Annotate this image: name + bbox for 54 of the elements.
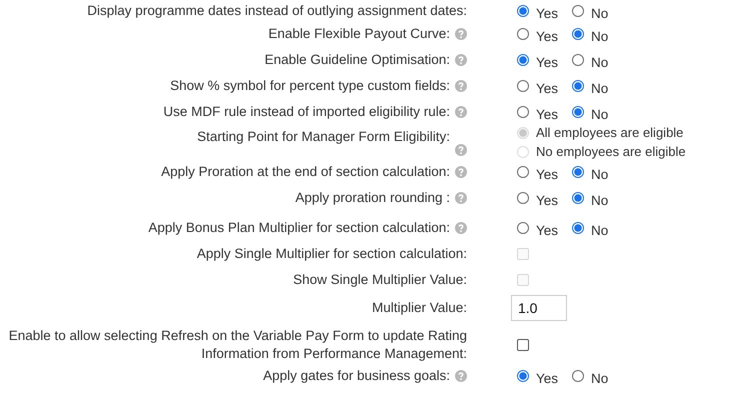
option-label: All employees are eligible — [536, 125, 684, 140]
setting-label: Starting Point for Manager Form Eligibility: — [197, 128, 450, 146]
radio-button[interactable] — [572, 166, 584, 178]
setting-label: Enable to allow selecting Refresh on the Variable Pay Form to update Rating Information from Performance Management: — [8, 327, 467, 363]
option-label: No employees are eligible — [536, 144, 686, 159]
radio-button[interactable] — [517, 222, 529, 234]
radio-button[interactable] — [517, 166, 529, 178]
radio-button[interactable] — [572, 222, 584, 234]
option-label: Yes — [536, 80, 558, 96]
option-label: No — [591, 6, 608, 20]
setting-label: Apply Proration at the end of section calculation: — [161, 163, 450, 181]
radio-button[interactable] — [572, 28, 584, 40]
option-label: Yes — [536, 166, 558, 182]
option-label: No — [591, 166, 608, 182]
setting-label: Multiplier Value: — [372, 299, 467, 317]
radio-button[interactable] — [517, 28, 529, 40]
option-label: No — [591, 222, 608, 238]
option-label: No — [591, 80, 608, 96]
option-label: No — [591, 54, 608, 70]
option-label: No — [591, 106, 608, 122]
radio-button[interactable] — [572, 5, 584, 17]
input-field[interactable]: 1.0 — [511, 295, 567, 321]
radio-button[interactable] — [572, 192, 584, 204]
option-label: Yes — [536, 28, 558, 44]
radio-button[interactable] — [572, 370, 584, 382]
option-label: Yes — [536, 6, 558, 20]
setting-label: Apply Single Multiplier for section calculation: — [196, 245, 467, 263]
radio-button[interactable] — [517, 370, 529, 382]
option-label: Yes — [536, 106, 558, 122]
radio-button[interactable] — [572, 106, 584, 118]
radio-button[interactable] — [517, 5, 529, 17]
radio-button[interactable] — [517, 192, 529, 204]
setting-label: Apply Bonus Plan Multiplier for section calculation: — [148, 219, 450, 237]
setting-label: Use MDF rule instead of imported eligibility rule: — [163, 103, 450, 121]
option-label: Yes — [536, 192, 558, 208]
setting-label: Apply gates for business goals: — [263, 367, 450, 385]
checkbox[interactable] — [517, 339, 529, 351]
setting-label: Enable Flexible Payout Curve: — [268, 25, 450, 43]
radio-button[interactable] — [517, 80, 529, 92]
option-label: No — [591, 370, 608, 386]
radio-button[interactable] — [517, 54, 529, 66]
setting-label: Display programme dates instead of outlying assignment dates: — [87, 2, 467, 20]
option-label: No — [591, 192, 608, 208]
radio-button[interactable] — [572, 54, 584, 66]
option-label: Yes — [536, 222, 558, 238]
radio-button[interactable] — [517, 106, 529, 118]
radio-button[interactable] — [572, 80, 584, 92]
setting-label: Show % symbol for percent type custom fields: — [170, 77, 450, 95]
option-label: Yes — [536, 370, 558, 386]
option-label: No — [591, 28, 608, 44]
setting-label: Enable Guideline Optimisation: — [264, 51, 450, 69]
option-label: Yes — [536, 54, 558, 70]
setting-label: Show Single Multiplier Value: — [293, 271, 467, 289]
setting-label: Apply proration rounding : — [295, 189, 450, 207]
